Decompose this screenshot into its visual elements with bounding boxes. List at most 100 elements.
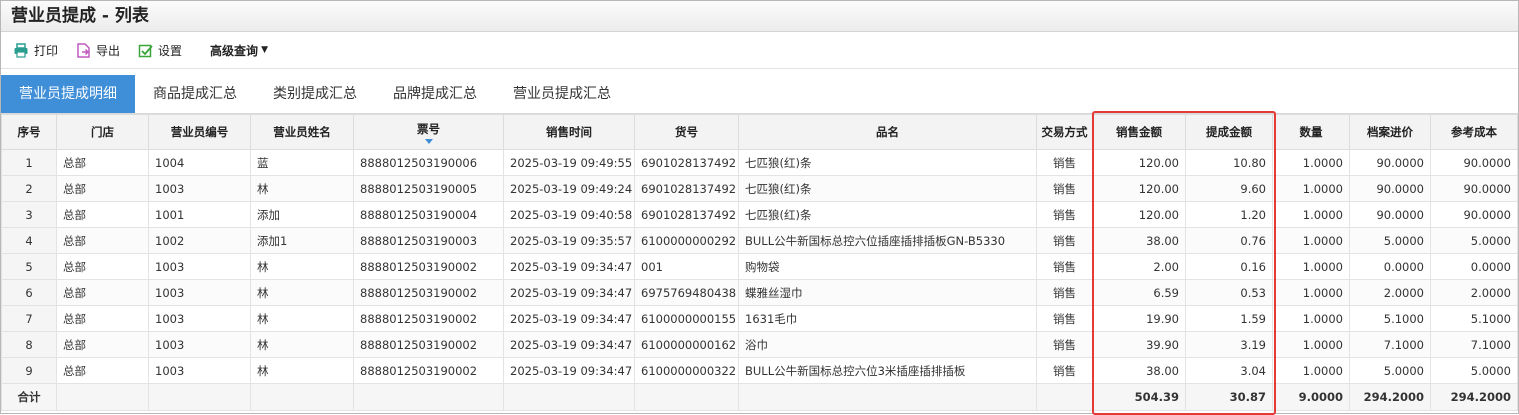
item-code-cell: 6100000000155 — [634, 305, 739, 332]
ticket-no-cell: 8888012503190002 — [353, 305, 504, 332]
column-header-sorted[interactable]: 票号 — [353, 114, 504, 150]
reference-cost-cell: 5.0000 — [1430, 357, 1518, 384]
ticket-no-cell: 8888012503190003 — [353, 227, 504, 254]
tab-category-commission-summary[interactable]: 类别提成汇总 — [255, 75, 375, 113]
commission-amount-cell: 1.59 — [1185, 305, 1273, 332]
row-index: 6 — [1, 279, 57, 306]
total-sales-amount: 504.39 — [1092, 383, 1186, 411]
transaction-type-cell: 销售 — [1036, 253, 1093, 280]
ticket-no-cell: 8888012503190006 — [353, 149, 504, 176]
ticket-no-cell: 8888012503190002 — [353, 357, 504, 384]
commission-amount-cell: 1.20 — [1185, 201, 1273, 228]
table-row[interactable]: 8 总部 1003 林 8888012503190002 2025-03-19 09:34… — [1, 331, 1518, 358]
store-cell: 总部 — [56, 175, 149, 202]
totals-row: 合计 504.39 30.87 9.0000 294.2000 294.2000 — [1, 383, 1518, 411]
advanced-query-dropdown[interactable]: 高级查询 ▼ — [210, 42, 268, 59]
column-header[interactable]: 数量 — [1272, 114, 1350, 150]
ticket-no-cell: 8888012503190002 — [353, 331, 504, 358]
product-name-cell: 蝶雅丝湿巾 — [738, 279, 1037, 306]
staff-name-cell: 林 — [250, 279, 354, 306]
staff-id-cell: 1001 — [148, 201, 251, 228]
tab-brand-commission-summary[interactable]: 品牌提成汇总 — [375, 75, 495, 113]
staff-id-cell: 1003 — [148, 175, 251, 202]
row-index: 9 — [1, 357, 57, 384]
product-name-cell: BULL公牛新国标总控六位3米插座插排插板 — [738, 357, 1037, 384]
commission-table: 序号 门店 营业员编号 营业员姓名 票号 销售时间 货号 品名 交易方式 销售金… — [1, 114, 1518, 411]
sale-time-cell: 2025-03-19 09:34:47 — [503, 305, 635, 332]
archive-price-cell: 5.0000 — [1349, 357, 1431, 384]
staff-id-cell: 1003 — [148, 253, 251, 280]
row-index: 7 — [1, 305, 57, 332]
column-header[interactable]: 销售金额 — [1092, 114, 1186, 150]
table-row[interactable]: 4 总部 1002 添加1 8888012503190003 2025-03-19 09:… — [1, 227, 1518, 254]
product-name-cell: 浴巾 — [738, 331, 1037, 358]
print-button[interactable]: 打印 — [13, 42, 58, 59]
product-name-cell: 七匹狼(红)条 — [738, 201, 1037, 228]
column-header[interactable]: 门店 — [56, 114, 149, 150]
staff-name-cell: 林 — [250, 305, 354, 332]
table-row[interactable]: 3 总部 1001 添加 8888012503190004 2025-03-19 09:4… — [1, 201, 1518, 228]
staff-id-cell: 1003 — [148, 305, 251, 332]
settings-button[interactable]: 设置 — [138, 42, 182, 59]
commission-amount-cell: 0.53 — [1185, 279, 1273, 306]
table-row[interactable]: 2 总部 1003 林 8888012503190005 2025-03-19 09:49… — [1, 175, 1518, 202]
item-code-cell: 6901028137492 — [634, 201, 739, 228]
tab-staff-commission-summary[interactable]: 营业员提成汇总 — [495, 75, 629, 113]
item-code-cell: 6100000000322 — [634, 357, 739, 384]
tab-staff-commission-detail[interactable]: 营业员提成明细 — [1, 75, 135, 113]
sales-amount-cell: 120.00 — [1092, 175, 1186, 202]
ticket-no-cell: 8888012503190004 — [353, 201, 504, 228]
table-row[interactable]: 1 总部 1004 蓝 8888012503190006 2025-03-19 09:49… — [1, 149, 1518, 176]
reference-cost-cell: 2.0000 — [1430, 279, 1518, 306]
archive-price-cell: 90.0000 — [1349, 201, 1431, 228]
commission-amount-cell: 3.19 — [1185, 331, 1273, 358]
transaction-type-cell: 销售 — [1036, 279, 1093, 306]
reference-cost-cell: 5.1000 — [1430, 305, 1518, 332]
column-header[interactable]: 品名 — [738, 114, 1037, 150]
column-header[interactable]: 序号 — [1, 114, 57, 150]
transaction-type-cell: 销售 — [1036, 357, 1093, 384]
totals-label: 合计 — [1, 383, 57, 411]
ticket-no-cell: 8888012503190005 — [353, 175, 504, 202]
sales-amount-cell: 120.00 — [1092, 149, 1186, 176]
transaction-type-cell: 销售 — [1036, 149, 1093, 176]
total-archive-price: 294.2000 — [1349, 383, 1431, 411]
store-cell: 总部 — [56, 305, 149, 332]
export-button[interactable]: 导出 — [76, 42, 120, 59]
store-cell: 总部 — [56, 279, 149, 306]
store-cell: 总部 — [56, 227, 149, 254]
column-header[interactable]: 提成金额 — [1185, 114, 1273, 150]
tab-product-commission-summary[interactable]: 商品提成汇总 — [135, 75, 255, 113]
table-row[interactable]: 6 总部 1003 林 8888012503190002 2025-03-19 09:34… — [1, 279, 1518, 306]
reference-cost-cell: 90.0000 — [1430, 201, 1518, 228]
ticket-no-cell: 8888012503190002 — [353, 253, 504, 280]
transaction-type-cell: 销售 — [1036, 227, 1093, 254]
sales-amount-cell: 38.00 — [1092, 227, 1186, 254]
column-header[interactable]: 交易方式 — [1036, 114, 1093, 150]
store-cell: 总部 — [56, 149, 149, 176]
column-header[interactable]: 营业员编号 — [148, 114, 251, 150]
row-index: 5 — [1, 253, 57, 280]
column-header[interactable]: 档案进价 — [1349, 114, 1431, 150]
table-row[interactable]: 9 总部 1003 林 8888012503190002 2025-03-19 09:34… — [1, 357, 1518, 384]
sales-amount-cell: 6.59 — [1092, 279, 1186, 306]
product-name-cell: 1631毛巾 — [738, 305, 1037, 332]
column-header[interactable]: 销售时间 — [503, 114, 635, 150]
archive-price-cell: 5.1000 — [1349, 305, 1431, 332]
column-header[interactable]: 参考成本 — [1430, 114, 1518, 150]
sales-amount-cell: 2.00 — [1092, 253, 1186, 280]
column-header[interactable]: 营业员姓名 — [250, 114, 354, 150]
row-index: 4 — [1, 227, 57, 254]
quantity-cell: 1.0000 — [1272, 279, 1350, 306]
table-header-row: 序号 门店 营业员编号 营业员姓名 票号 销售时间 货号 品名 交易方式 销售金… — [1, 114, 1518, 150]
staff-name-cell: 林 — [250, 175, 354, 202]
sale-time-cell: 2025-03-19 09:34:47 — [503, 357, 635, 384]
column-header[interactable]: 货号 — [634, 114, 739, 150]
archive-price-cell: 7.1000 — [1349, 331, 1431, 358]
table-row[interactable]: 7 总部 1003 林 8888012503190002 2025-03-19 09:34… — [1, 305, 1518, 332]
report-window: 营业员提成 - 列表 打印 导出 设置 高级查询 ▼ 营业员提成明细 商品提成汇… — [0, 0, 1519, 415]
table-row[interactable]: 5 总部 1003 林 8888012503190002 2025-03-19 09:34… — [1, 253, 1518, 280]
sale-time-cell: 2025-03-19 09:49:55 — [503, 149, 635, 176]
archive-price-cell: 2.0000 — [1349, 279, 1431, 306]
item-code-cell: 6100000000162 — [634, 331, 739, 358]
